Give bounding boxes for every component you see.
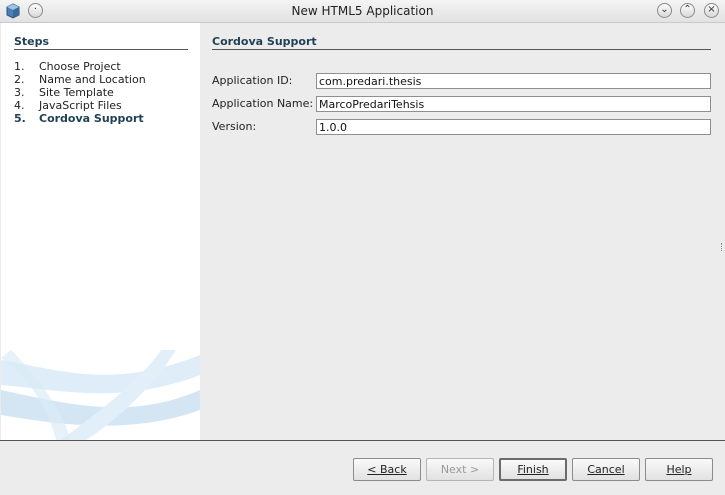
panel-heading: Cordova Support: [212, 35, 711, 50]
maximize-icon[interactable]: ⌃: [680, 3, 695, 18]
application-id-input[interactable]: [316, 73, 711, 89]
wizard-decoration-graphic: [1, 350, 200, 440]
step-item: 3. Site Template: [14, 86, 146, 99]
button-bar-separator: [0, 440, 725, 441]
step-number: 2.: [14, 73, 25, 86]
step-label: Cordova Support: [39, 112, 144, 125]
step-label: JavaScript Files: [39, 99, 122, 112]
finish-button[interactable]: Finish: [499, 458, 567, 481]
step-label: Site Template: [39, 86, 114, 99]
next-button[interactable]: Next >: [426, 458, 494, 481]
steps-heading: Steps: [14, 35, 188, 50]
resize-grip[interactable]: [721, 243, 724, 251]
window-title: New HTML5 Application: [291, 4, 434, 18]
steps-pane: Steps 1. Choose Project 2. Name and Locatio…: [1, 23, 200, 440]
cordova-support-panel: Cordova Support Application ID: Applicat…: [200, 23, 725, 440]
close-icon[interactable]: ×: [704, 3, 719, 18]
step-number: 3.: [14, 86, 25, 99]
help-button[interactable]: Help: [645, 458, 713, 481]
step-label: Name and Location: [39, 73, 146, 86]
step-item: 4. JavaScript Files: [14, 99, 146, 112]
step-number: 1.: [14, 60, 25, 73]
step-item: 5. Cordova Support: [14, 112, 146, 125]
step-item: 1. Choose Project: [14, 60, 146, 73]
step-item: 2. Name and Location: [14, 73, 146, 86]
application-name-input[interactable]: [316, 96, 711, 112]
minimize-icon[interactable]: ⌄: [657, 3, 672, 18]
step-number: 4.: [14, 99, 25, 112]
application-id-label: Application ID:: [212, 74, 293, 87]
back-button[interactable]: < Back: [353, 458, 421, 481]
steps-list: 1. Choose Project 2. Name and Location 3. Sit…: [14, 60, 146, 125]
title-bar: · New HTML5 Application ⌄ ⌃ ×: [0, 0, 725, 23]
version-label: Version:: [212, 120, 257, 133]
step-label: Choose Project: [39, 60, 121, 73]
cancel-button[interactable]: Cancel: [572, 458, 640, 481]
step-number: 5.: [14, 112, 26, 125]
application-name-label: Application Name:: [212, 97, 314, 110]
version-input[interactable]: [316, 119, 711, 135]
